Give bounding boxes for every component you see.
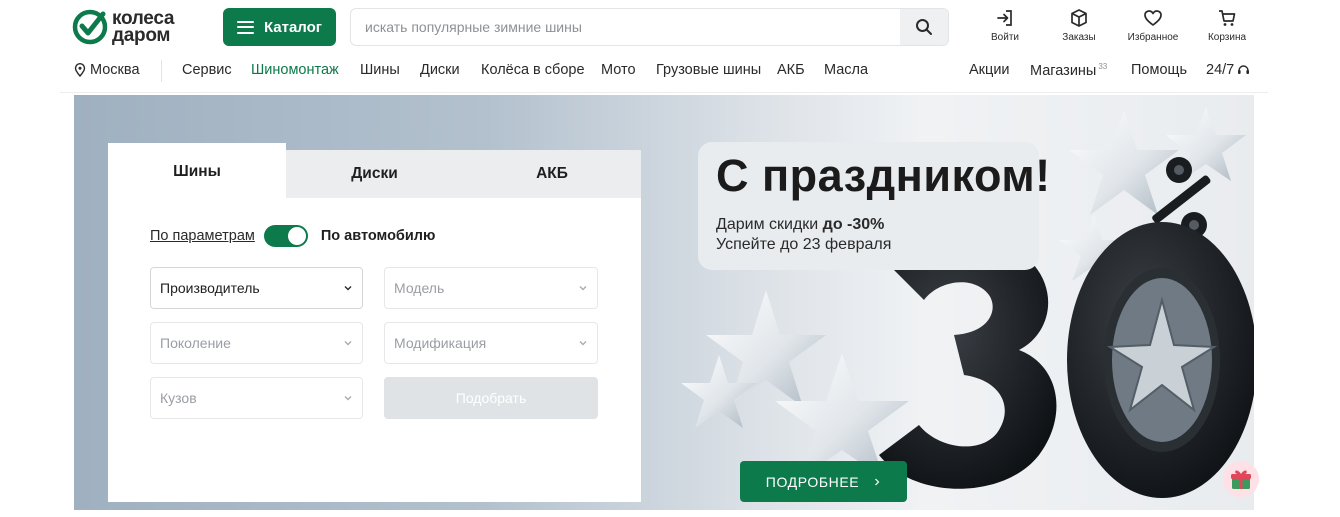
nav-divider-line xyxy=(60,92,1268,93)
model-select[interactable]: Модель xyxy=(384,267,598,309)
by-car-label: По автомобилю xyxy=(320,228,436,244)
login-icon xyxy=(997,10,1012,26)
manufacturer-select[interactable]: Производитель xyxy=(150,267,363,309)
orders-button[interactable]: Заказы xyxy=(1044,8,1114,46)
city-selector[interactable]: Москва xyxy=(74,62,140,78)
promo-discount-prefix: Дарим скидки xyxy=(716,216,823,233)
login-label: Войти xyxy=(991,32,1019,43)
support-label: 24/7 xyxy=(1206,62,1235,78)
box-icon xyxy=(1071,9,1087,27)
tab-batteries-label: АКБ xyxy=(536,165,568,182)
phone-icon xyxy=(1238,64,1250,74)
nav-item-help[interactable]: Помощь xyxy=(1131,62,1187,78)
nav-item-tire-fitting[interactable]: Шиномонтаж xyxy=(251,62,339,78)
nav-item-promotions[interactable]: Акции xyxy=(969,62,1010,78)
stores-label: Магазины xyxy=(1030,63,1097,79)
tab-rims-label: Диски xyxy=(351,165,398,182)
promo-title: С праздником! xyxy=(716,150,1051,201)
logo-line-2: даром xyxy=(112,25,171,46)
cart-label: Корзина xyxy=(1207,32,1247,43)
gift-button[interactable] xyxy=(1223,461,1259,497)
logo-text: колеса даром xyxy=(112,9,174,46)
modification-select[interactable]: Модификация xyxy=(384,322,598,364)
stores-count: 33 xyxy=(1098,62,1108,71)
mode-toggle[interactable] xyxy=(263,225,308,247)
search-button[interactable] xyxy=(900,9,948,45)
gift-icon xyxy=(1231,470,1251,489)
more-label: ПОДРОБНЕЕ xyxy=(765,473,860,490)
catalog-label: Каталог xyxy=(263,18,323,36)
header: колеса даром Каталог Войти xyxy=(0,0,1340,52)
tab-batteries[interactable]: АКБ xyxy=(463,150,641,198)
chevron-down-icon xyxy=(579,341,587,346)
nav-item-tires[interactable]: Шины xyxy=(360,62,400,78)
menu-icon xyxy=(236,20,254,34)
tab-tires[interactable]: Шины xyxy=(108,143,286,201)
hero-banner: Диски АКБ По параметрам По автомобилю Пр… xyxy=(74,95,1254,510)
nav-item-moto[interactable]: Мото xyxy=(601,62,636,78)
page: колеса даром Каталог Войти xyxy=(0,0,1340,517)
generation-value: Поколение xyxy=(160,335,231,351)
chevron-down-icon xyxy=(344,396,352,401)
orders-label: Заказы xyxy=(1062,32,1096,43)
favorites-label: Избранное xyxy=(1127,32,1179,43)
promo-discount-value: до -30% xyxy=(822,216,885,233)
cart-button[interactable]: Корзина xyxy=(1192,8,1262,46)
tire-picker: Диски АКБ По параметрам По автомобилю Пр… xyxy=(108,143,641,502)
chevron-down-icon xyxy=(344,341,352,346)
main-nav: Москва Сервис Шиномонтаж Шины Диски Колё… xyxy=(0,52,1340,90)
login-button[interactable]: Войти xyxy=(970,8,1040,46)
chevron-down-icon xyxy=(579,286,587,291)
by-params-link[interactable]: По параметрам xyxy=(150,228,255,244)
chevron-right-icon xyxy=(875,478,880,485)
nav-item-stores[interactable]: Магазины 33 xyxy=(1030,62,1107,79)
location-pin-icon xyxy=(74,63,86,77)
model-value: Модель xyxy=(394,280,445,296)
manufacturer-value: Производитель xyxy=(160,280,260,296)
nav-item-oils[interactable]: Масла xyxy=(824,62,868,78)
search-icon xyxy=(916,19,932,35)
promo-discount-line: Дарим скидки до -30% xyxy=(716,216,884,234)
tab-rims[interactable]: Диски xyxy=(286,150,463,198)
body-value: Кузов xyxy=(160,390,197,406)
modification-value: Модификация xyxy=(394,335,487,351)
nav-item-rims[interactable]: Диски xyxy=(420,62,460,78)
pick-button[interactable]: Подобрать xyxy=(384,377,598,419)
nav-item-wheels[interactable]: Колёса в сборе xyxy=(481,62,585,78)
heart-icon xyxy=(1144,10,1162,26)
promo-deadline-line: Успейте до 23 февраля xyxy=(716,236,892,253)
search-input[interactable] xyxy=(351,9,901,45)
nav-item-truck-tires[interactable]: Грузовые шины xyxy=(656,62,761,78)
catalog-button[interactable]: Каталог xyxy=(223,8,336,46)
city-label: Москва xyxy=(90,62,140,78)
cart-icon xyxy=(1219,10,1236,26)
picker-body: По параметрам По автомобилю Производител… xyxy=(108,198,641,502)
search-box xyxy=(350,8,949,46)
more-button[interactable]: ПОДРОБНЕЕ xyxy=(740,461,907,502)
favorites-button[interactable]: Избранное xyxy=(1118,8,1188,46)
checkmark-circle-icon xyxy=(72,9,108,45)
support-24-7[interactable]: 24/7 xyxy=(1206,62,1250,78)
nav-item-service[interactable]: Сервис xyxy=(182,62,232,78)
mode-switch-row: По параметрам По автомобилю xyxy=(150,225,435,247)
body-select[interactable]: Кузов xyxy=(150,377,363,419)
nav-divider xyxy=(161,60,162,82)
tab-tires-label: Шины xyxy=(173,163,221,180)
chevron-down-icon xyxy=(344,286,352,291)
generation-select[interactable]: Поколение xyxy=(150,322,363,364)
nav-item-batteries[interactable]: АКБ xyxy=(777,62,805,78)
logo[interactable]: колеса даром xyxy=(72,8,192,46)
